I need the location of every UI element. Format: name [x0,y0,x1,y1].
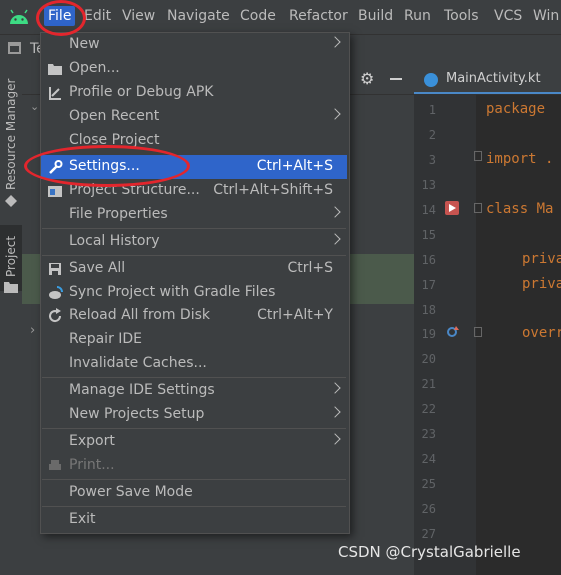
line-number: 20 [421,352,436,366]
menu-item-new[interactable]: New [41,33,347,57]
menu-item-repair-ide[interactable]: Repair IDE [41,328,347,352]
gear-icon[interactable]: ⚙ [360,69,374,88]
menu-item-profile-debug-apk[interactable]: Profile or Debug APK [41,81,347,105]
line-number: 2 [428,128,436,142]
chevron-right-icon [329,382,341,394]
line-number: 26 [421,502,436,516]
line-number: 15 [421,228,436,242]
chevron-right-icon [329,108,341,120]
settings-annotation [24,145,190,187]
gradle-sync-icon [49,286,63,299]
line-number: 16 [421,253,436,267]
fold-icon[interactable] [474,151,482,161]
menu-separator [42,228,346,229]
chevron-right-icon [329,206,341,218]
menu-item-manage-ide-settings[interactable]: Manage IDE Settings [41,379,347,403]
code-keyword: priva [522,276,561,292]
menu-item-export[interactable]: Export [41,430,347,454]
menu-tools[interactable]: Tools [444,8,479,24]
menu-separator [42,428,346,429]
code-keyword: package [486,101,546,117]
folder-icon [4,282,18,293]
line-number: 23 [421,427,436,441]
project-structure-icon [48,186,62,197]
line-number: 22 [421,402,436,416]
chevron-down-icon[interactable]: ⌄ [30,100,39,113]
chevron-right-icon [329,433,341,445]
menu-separator [42,255,346,256]
hide-icon[interactable] [390,78,402,80]
line-number: 17 [421,278,436,292]
menu-view[interactable]: View [122,8,155,24]
line-number: 14 [421,203,436,217]
menu-window[interactable]: Win [533,8,559,24]
code-keyword: class Ma [486,201,554,217]
project-tab[interactable]: Project [0,225,22,293]
menu-refactor[interactable]: Refactor [289,8,348,24]
menu-code[interactable]: Code [240,8,276,24]
menu-vcs[interactable]: VCS [494,8,522,24]
menu-item-local-history[interactable]: Local History [41,230,347,254]
profile-icon [49,87,61,100]
menu-separator [42,377,346,378]
code-keyword: priva [522,251,561,267]
line-number: 19 [421,327,436,341]
menu-build[interactable]: Build [358,8,393,24]
menu-item-file-properties[interactable]: File Properties [41,203,347,227]
line-number: 3 [428,153,436,167]
window-icon [8,42,21,54]
code-keyword: overr [522,325,561,341]
chevron-right-icon [329,36,341,48]
line-number: 18 [421,303,436,317]
menu-item-save-all[interactable]: Save All Ctrl+S [41,257,347,281]
menu-item-reload-from-disk[interactable]: Reload All from Disk Ctrl+Alt+Y [41,304,347,328]
kotlin-file-icon [424,73,438,87]
fold-icon[interactable] [474,327,482,337]
resource-manager-icon [5,195,17,207]
menu-edit[interactable]: Edit [84,8,111,24]
line-number: 25 [421,477,436,491]
android-logo-icon [10,9,28,24]
fold-icon[interactable] [474,203,482,213]
menu-item-invalidate-caches[interactable]: Invalidate Caches... [41,352,347,376]
menu-item-new-projects-setup[interactable]: New Projects Setup [41,403,347,427]
editor-tab-label: MainActivity.kt [446,71,541,86]
menu-item-open[interactable]: Open... [41,57,347,81]
override-icon[interactable] [446,325,460,339]
menu-run[interactable]: Run [404,8,431,24]
menu-separator [42,479,346,480]
chevron-right-icon [329,233,341,245]
left-tool-strip: Resource Manager [0,64,23,575]
line-number: 27 [421,527,436,541]
folder-icon [48,64,62,75]
run-icon[interactable] [444,200,460,216]
watermark: CSDN @CrystalGabrielle [338,543,521,561]
line-number: 24 [421,452,436,466]
resource-manager-tab[interactable]: Resource Manager [4,79,18,190]
menu-item-print: Print... [41,454,347,478]
reload-icon [49,308,62,323]
line-number: 1 [428,103,436,117]
menu-navigate[interactable]: Navigate [167,8,230,24]
editor-tab[interactable]: MainActivity.kt [414,64,561,95]
menu-item-open-recent[interactable]: Open Recent [41,105,347,129]
menu-item-sync-gradle[interactable]: Sync Project with Gradle Files [41,281,347,305]
chevron-right-icon [329,406,341,418]
save-icon [49,263,61,275]
line-number: 21 [421,377,436,391]
code-keyword: import . [486,151,554,167]
print-icon [49,460,61,470]
menu-item-exit[interactable]: Exit [41,508,347,532]
menu-item-power-save-mode[interactable]: Power Save Mode [41,481,347,505]
project-tab-label: Project [4,235,18,277]
line-number: 13 [421,178,436,192]
menu-separator [42,506,346,507]
chevron-right-icon[interactable]: › [30,323,35,338]
file-menu-annotation [36,0,86,36]
